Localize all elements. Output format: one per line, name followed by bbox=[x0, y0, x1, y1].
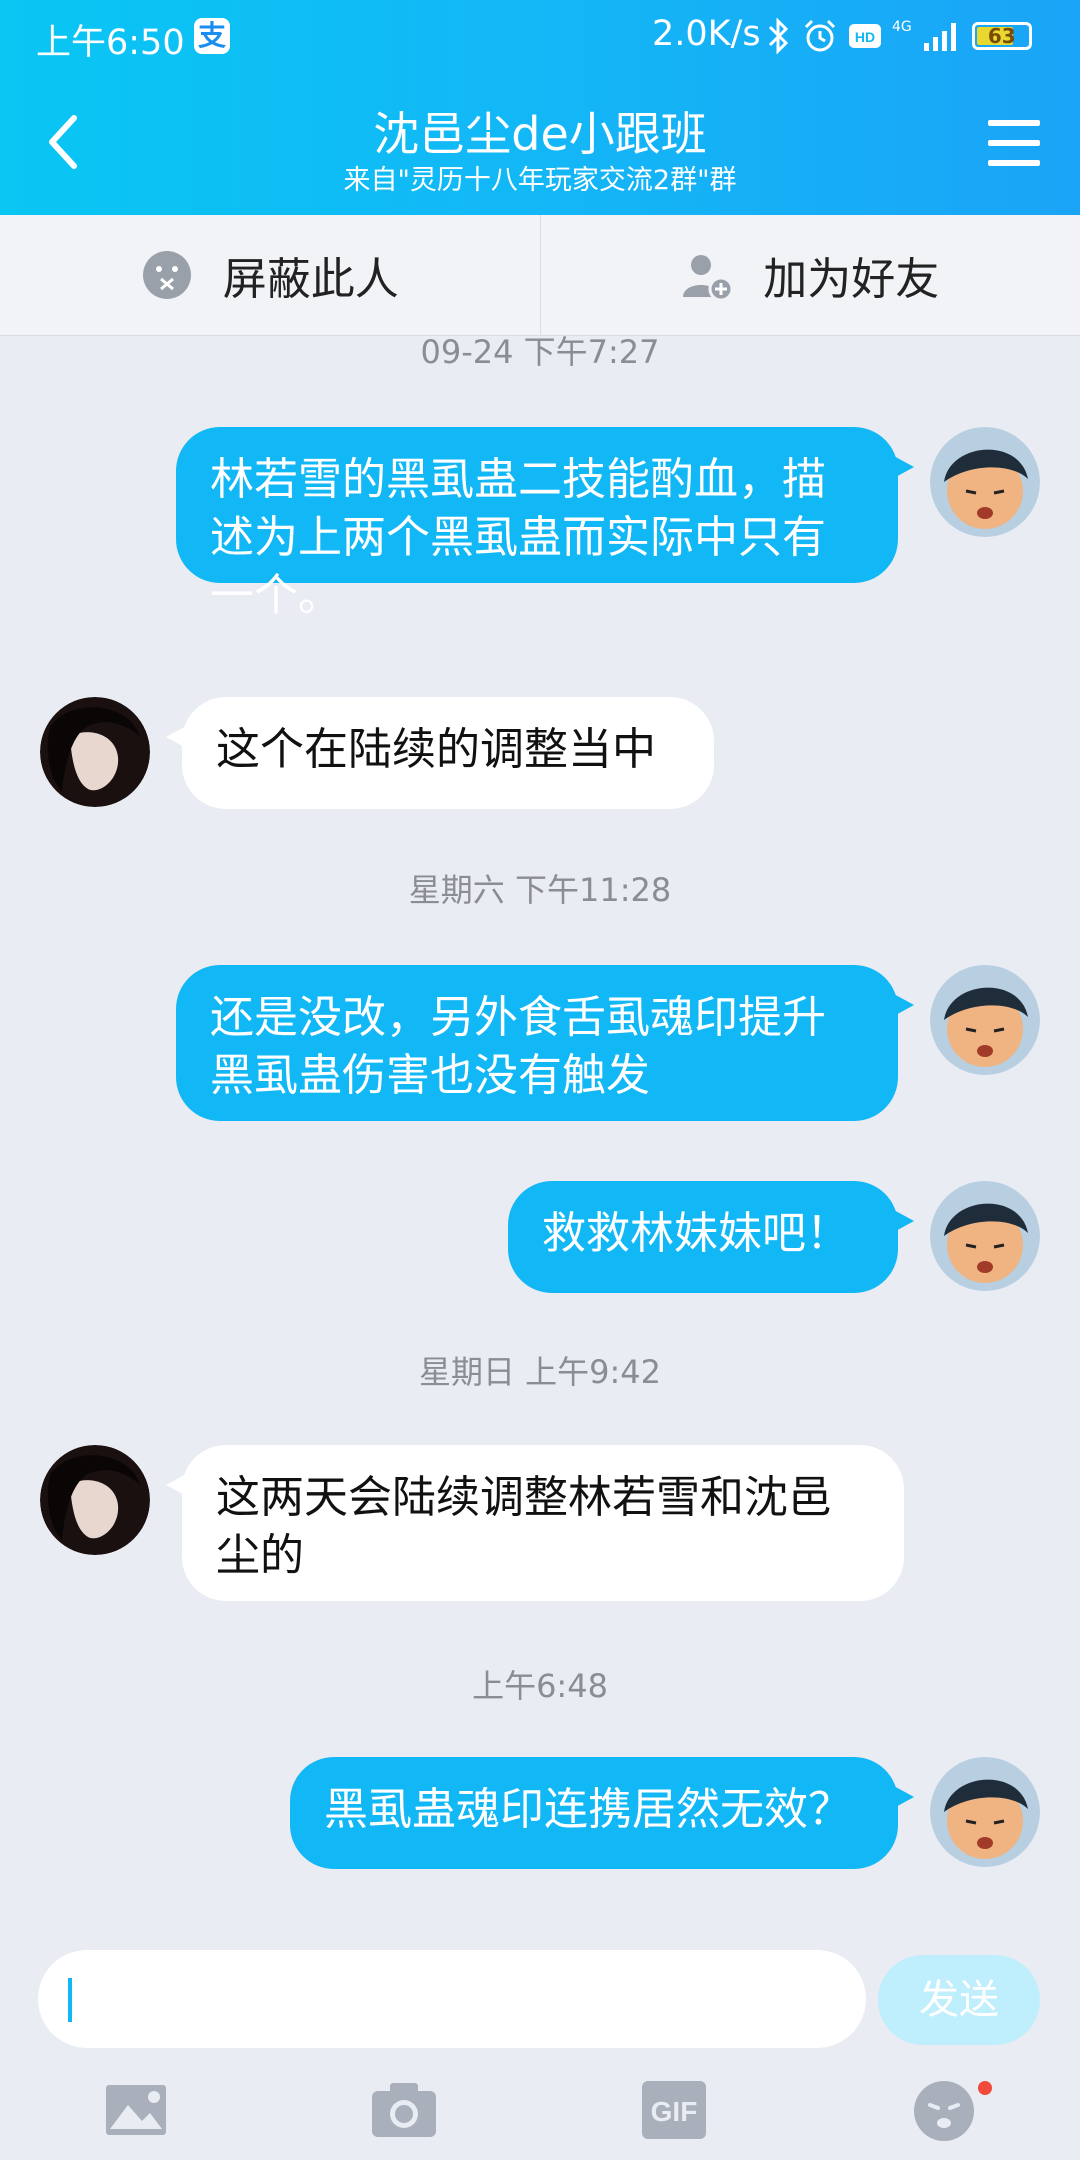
my-avatar[interactable] bbox=[930, 1757, 1040, 1867]
input-bar: 发送 GIF bbox=[0, 1925, 1080, 2160]
hd-icon: HD bbox=[849, 24, 881, 48]
header: 上午6:50 支 2.0K/s HD 4G 63 沈邑尘de小跟班 来自"灵历十… bbox=[0, 0, 1080, 215]
block-user-button[interactable]: 屏蔽此人 bbox=[0, 215, 540, 335]
action-bar: 屏蔽此人 加为好友 bbox=[0, 215, 1080, 336]
contact-avatar[interactable] bbox=[40, 1445, 150, 1555]
my-avatar[interactable] bbox=[930, 965, 1040, 1075]
alipay-icon: 支 bbox=[194, 18, 230, 54]
message-input[interactable] bbox=[38, 1950, 866, 2048]
message-bubble-received[interactable]: 这两天会陆续调整林若雪和沈邑尘的 bbox=[166, 1445, 904, 1601]
send-button[interactable]: 发送 bbox=[878, 1955, 1040, 2045]
signal-icon bbox=[923, 23, 956, 51]
message-bubble-sent[interactable]: 救救林妹妹吧！ bbox=[508, 1181, 914, 1293]
message-timestamp: 星期六 下午11:28 bbox=[408, 871, 672, 909]
message-bubble-sent[interactable]: 黑虱蛊魂印连携居然无效？ bbox=[290, 1757, 914, 1869]
text-caret bbox=[68, 1978, 72, 2022]
my-avatar[interactable] bbox=[930, 427, 1040, 537]
battery-icon: 63 bbox=[971, 22, 1032, 50]
block-face-icon bbox=[142, 251, 191, 299]
message-timestamp: 星期日 上午9:42 bbox=[418, 1353, 662, 1391]
my-avatar[interactable] bbox=[930, 1181, 1040, 1291]
svg-text:HD: HD bbox=[855, 29, 875, 45]
add-friend-button[interactable]: 加为好友 bbox=[539, 215, 1080, 335]
block-user-label: 屏蔽此人 bbox=[222, 254, 399, 305]
message-timestamp: 上午6:48 bbox=[472, 1667, 608, 1705]
bluetooth-icon bbox=[768, 18, 789, 54]
page-subtitle: 来自"灵历十八年玩家交流2群"群 bbox=[343, 165, 737, 196]
image-icon[interactable] bbox=[100, 2075, 180, 2145]
battery-level: 63 bbox=[987, 24, 1016, 48]
network-type: 4G bbox=[892, 19, 912, 35]
gif-icon[interactable]: GIF bbox=[636, 2075, 716, 2145]
message-bubble-sent[interactable]: 还是没改，另外食舌虱魂印提升黑虱蛊伤害也没有触发 bbox=[176, 965, 914, 1121]
notification-dot bbox=[978, 2081, 992, 2095]
add-friend-icon bbox=[683, 255, 734, 301]
add-friend-label: 加为好友 bbox=[763, 254, 940, 305]
contact-avatar[interactable] bbox=[40, 697, 150, 807]
menu-icon[interactable] bbox=[988, 120, 1040, 166]
message-bubble-received[interactable]: 这个在陆续的调整当中 bbox=[166, 697, 714, 809]
message-timestamp: 09-24 下午7:27 bbox=[420, 335, 660, 371]
tool-bar: GIF bbox=[0, 2075, 1080, 2155]
message-bubble-sent[interactable]: 林若雪的黑虱蛊二技能酌血，描述为上两个黑虱蛊而实际中只有一个。 bbox=[176, 427, 914, 621]
status-bar: 上午6:50 支 2.0K/s HD 4G 63 bbox=[0, 0, 1080, 76]
alarm-icon bbox=[804, 19, 836, 52]
page-title: 沈邑尘de小跟班 bbox=[373, 107, 707, 161]
camera-icon[interactable] bbox=[366, 2075, 446, 2145]
status-time: 上午6:50 bbox=[36, 23, 185, 63]
network-speed: 2.0K/s bbox=[652, 14, 761, 54]
gif-label: GIF bbox=[651, 2096, 698, 2127]
emoji-icon[interactable] bbox=[906, 2075, 986, 2145]
chat-list[interactable]: 09-24 下午7:27 林若雪的黑虱蛊二技能酌血，描述为上两个黑虱蛊而实际中只… bbox=[0, 335, 1080, 1925]
